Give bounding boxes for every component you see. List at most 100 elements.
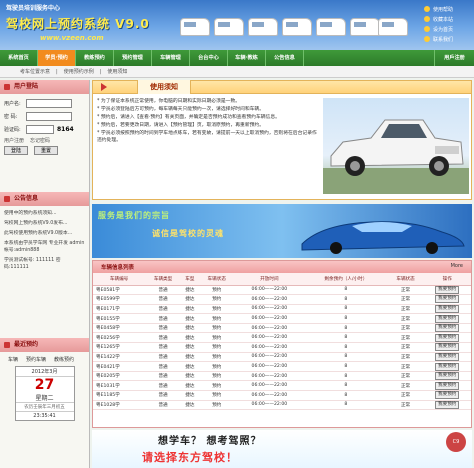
quick-link-homepage[interactable]: 设为首页 <box>424 24 468 34</box>
table-cell: 预约 <box>198 342 235 353</box>
quick-link-favorite[interactable]: 收藏本站 <box>424 14 468 24</box>
notices-panel-title: 公告信息 <box>0 192 89 206</box>
table-cell: 8 <box>304 380 388 392</box>
notices-list: 使用中的预约系统须知... 驾校网上预约系统V9.0发布... 此驾校使用预约系… <box>0 206 89 338</box>
book-button[interactable]: 我要预约 <box>435 324 460 333</box>
quick-link-contact[interactable]: 联系我们 <box>424 34 468 44</box>
book-button[interactable]: 我要预约 <box>435 333 460 342</box>
book-button[interactable]: 我要预约 <box>435 381 460 390</box>
table-row: 粤E0256学 普通 捷达 预约 06:00——22:00 8 正常 我要预约 <box>93 332 471 344</box>
notice-item[interactable]: 使用中的预约系统须知... <box>4 210 85 217</box>
more-link[interactable]: More <box>451 263 463 269</box>
table-cell: 预约 <box>198 313 235 324</box>
book-button[interactable]: 我要预约 <box>435 295 460 304</box>
table-cell: 06:00——22:00 <box>234 323 305 334</box>
table-cell: 8 <box>304 352 388 363</box>
usage-paragraph: * 预约后，请进入【查看·预约】有关页面，并确定是否预约成功和查看预约车辆信息。 <box>97 115 280 120</box>
login-button[interactable]: 登陆 <box>4 146 29 155</box>
register-link[interactable]: 用户注册 <box>4 137 24 144</box>
notice-item[interactable]: 本系统由学员学车网 专业开发 admin帐号:admin888 <box>4 240 85 254</box>
captcha-input[interactable] <box>26 125 54 134</box>
book-button[interactable]: 我要预约 <box>435 285 460 294</box>
sidebar: 用户登陆 用户名: 密 码: 验证码: 8164 用户注册 忘记密码 登陆 重置… <box>0 80 90 468</box>
table-cell: 普通 <box>145 400 181 411</box>
table-cell: 普通 <box>145 323 181 334</box>
table-cell: 06:00——22:00 <box>234 304 305 315</box>
table-cell: 正常 <box>387 400 424 411</box>
book-button[interactable]: 我要预约 <box>435 372 460 381</box>
table-cell: 预约 <box>198 332 235 344</box>
book-button[interactable]: 我要预约 <box>435 314 460 323</box>
table-cell: 正常 <box>387 332 424 344</box>
nav-coach-booking[interactable]: 教练预约 <box>76 50 114 66</box>
notice-item[interactable]: 此驾校使用预约系统V9.0版本... <box>4 230 85 237</box>
calendar-time: 23:35:41 <box>15 411 74 420</box>
book-button[interactable]: 我要预约 <box>435 343 460 352</box>
ad-line1: 想学车？ 想考驾照？ <box>158 436 262 447</box>
nav-center[interactable]: 台台中心 <box>190 50 228 66</box>
site-url[interactable]: www.vzeen.com <box>40 34 104 42</box>
table-cell: 捷达 <box>180 313 199 324</box>
table-cell: 正常 <box>387 361 424 372</box>
table-cell: 我要预约 <box>423 332 471 344</box>
table-cell: 8 <box>304 313 388 324</box>
vehicle-list-title: 车辆信息列表 <box>101 265 135 271</box>
nav-home[interactable]: 系统首页 <box>0 50 38 66</box>
book-button[interactable]: 我要预约 <box>435 400 460 409</box>
mail-icon <box>424 36 430 42</box>
table-cell: 预约 <box>198 304 235 315</box>
nav-vehicle-manage[interactable]: 车辆管理 <box>152 50 190 66</box>
table-cell: 正常 <box>387 352 424 363</box>
table-cell: 预约 <box>198 400 235 411</box>
table-cell: 普通 <box>145 380 181 392</box>
date-widget: 2012年3月 27 星期二 农历壬辰年三月初五 23:35:41 <box>14 366 75 421</box>
table-cell: 捷达 <box>180 400 199 411</box>
table-cell: 8 <box>304 332 388 344</box>
table-cell: 8 <box>304 285 388 296</box>
table-cell: 普通 <box>145 304 181 315</box>
table-cell: 预约 <box>198 352 235 363</box>
car-icon <box>248 18 278 36</box>
car-icon <box>214 18 244 36</box>
book-button[interactable]: 我要预约 <box>435 391 460 400</box>
reset-button[interactable]: 重置 <box>34 146 59 155</box>
notice-item[interactable]: 驾校网上预约系统V9.0发布... <box>4 220 85 227</box>
login-form: 用户名: 密 码: 验证码: 8164 用户注册 忘记密码 登陆 重置 <box>0 94 89 192</box>
forgot-password-link[interactable]: 忘记密码 <box>30 137 50 144</box>
book-button[interactable]: 我要预约 <box>435 352 460 361</box>
book-button[interactable]: 我要预约 <box>435 304 460 313</box>
usage-paragraph: * 学员必须按照预约的时间到学车地点练车，若有变故，请提前一天以上取消预约，否则… <box>97 131 317 143</box>
table-cell: 8 <box>304 390 388 401</box>
breadcrumb-item[interactable]: 考车位置示意 <box>20 68 50 75</box>
slogan-banner: 服务是我们的宗旨 诚信是驾校的灵魂 <box>92 204 472 258</box>
username-input[interactable] <box>26 99 72 108</box>
table-cell: 我要预约 <box>423 400 471 411</box>
slogan-service: 服务是我们的宗旨 <box>98 211 170 220</box>
captcha-image[interactable]: 8164 <box>57 126 74 133</box>
table-cell: 正常 <box>387 380 424 392</box>
book-button[interactable]: 我要预约 <box>435 362 460 371</box>
nav-vehicle-coach[interactable]: 车辆·教练 <box>228 50 266 66</box>
calendar-tab[interactable]: 车辆 <box>8 356 18 363</box>
header-cars-image <box>180 6 410 44</box>
table-cell: 粤E0256学 <box>93 332 146 344</box>
table-cell: 我要预约 <box>423 352 471 363</box>
table-row: 粤E1031学 普通 捷达 预约 06:00——22:00 8 正常 我要预约 <box>93 380 471 392</box>
breadcrumb-item[interactable]: 使用预约示例 <box>64 68 94 75</box>
table-cell: 正常 <box>387 313 424 324</box>
quick-link-help[interactable]: 使用帮助 <box>424 4 468 14</box>
nav-student-booking[interactable]: 学员·预约 <box>38 50 76 66</box>
nav-notices[interactable]: 公告信息 <box>266 50 304 66</box>
nav-booking-manage[interactable]: 预约管理 <box>114 50 152 66</box>
table-cell: 捷达 <box>180 323 199 334</box>
table-cell: 粤E0421学 <box>93 361 146 372</box>
breadcrumb-item[interactable]: 使用须知 <box>107 68 127 75</box>
password-input[interactable] <box>26 112 72 121</box>
table-cell: 正常 <box>387 304 424 315</box>
advertisement[interactable]: 想学车？ 想考驾照？ 请选择东方驾校！ C9 <box>92 430 472 468</box>
calendar-tab[interactable]: 教练预约 <box>54 356 74 363</box>
calendar-tab[interactable]: 预约车辆 <box>26 356 46 363</box>
ad-line2: 请选择东方驾校！ <box>142 451 238 464</box>
notice-item[interactable]: 学员测试帐号: 111111 密码:111111 <box>4 257 85 271</box>
nav-register[interactable]: 用戶注册 <box>434 50 474 66</box>
